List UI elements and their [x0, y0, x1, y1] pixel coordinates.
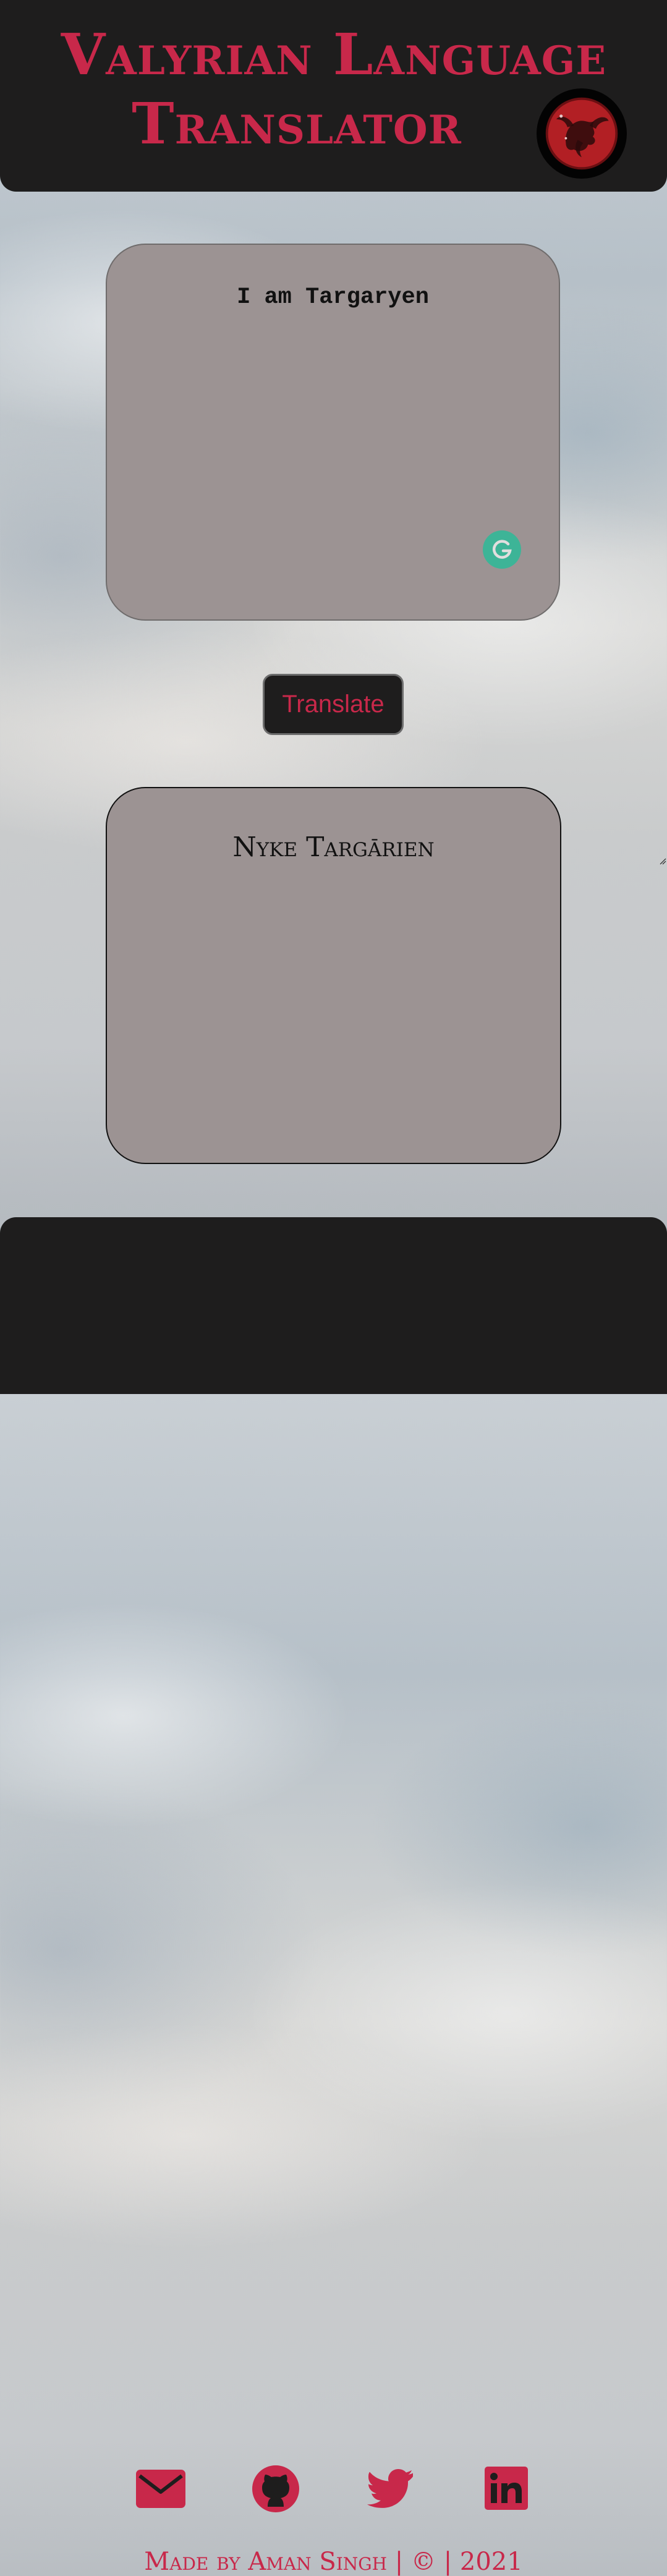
twitter-icon[interactable] — [367, 2468, 414, 2508]
github-icon[interactable] — [252, 2465, 300, 2513]
output-text: Nyke Targārien — [232, 831, 435, 863]
app-header: Valyrian Language Translator — [0, 0, 667, 192]
output-panel: Nyke Targārien — [106, 787, 561, 1164]
grammarly-icon[interactable] — [483, 530, 521, 569]
footer-credit: Made by Aman Singh | © | 2021 — [144, 2548, 523, 2576]
title-line-1: Valyrian Language — [61, 21, 607, 88]
input-textarea[interactable]: I am Targaryen — [106, 244, 666, 865]
input-text[interactable]: I am Targaryen — [107, 284, 559, 310]
mail-icon[interactable] — [136, 2468, 185, 2509]
dragon-sigil-icon — [537, 88, 627, 179]
resize-handle-icon[interactable] — [659, 856, 666, 865]
app-footer: Made by Aman Singh | © | 2021 — [0, 1217, 667, 2576]
linkedin-icon[interactable] — [485, 2467, 528, 2510]
translate-button[interactable]: Translate — [263, 674, 404, 735]
